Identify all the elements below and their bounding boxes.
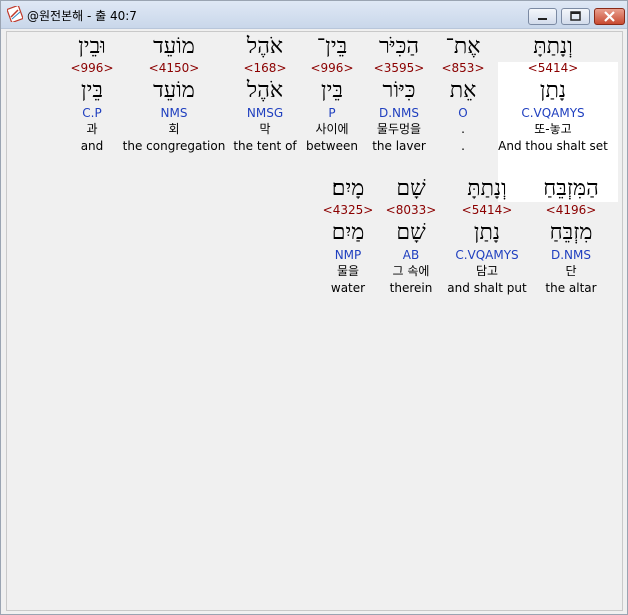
close-icon	[595, 9, 624, 24]
maximize-button[interactable]	[561, 8, 590, 25]
strong-number[interactable]: <4325>	[278, 202, 418, 218]
window-title: @원전본해 - 출 40:7	[27, 9, 137, 23]
hebrew-word: וּבֵין	[78, 34, 106, 59]
korean-gloss: 물을	[336, 264, 360, 278]
korean-gloss: 과	[86, 122, 98, 136]
hebrew-word: מָיִם׃	[331, 176, 365, 201]
lemma-word: בֵּין	[81, 78, 103, 103]
title-bar[interactable]: @원전본해 - 출 40:7	[1, 1, 627, 29]
close-button[interactable]	[594, 8, 625, 25]
word-column[interactable]: מָיִם׃ <4325> מַיִם NMP 물을 water	[278, 176, 418, 296]
lemma-word: מַיִם	[331, 220, 365, 245]
app-document-icon	[6, 4, 24, 24]
maximize-icon	[562, 9, 589, 24]
app-window: @원전본해 - 출 40:7 וְנָתַתָּ <5414> נָתַן C.VQA…	[0, 0, 628, 615]
minimize-button[interactable]	[528, 8, 557, 25]
morphology-code: C.P	[82, 106, 102, 120]
minimize-icon	[529, 9, 556, 24]
english-gloss: and	[80, 139, 104, 153]
morphology-code: NMP	[334, 248, 362, 262]
strong-number[interactable]: <996>	[22, 60, 162, 76]
word-column[interactable]: וּבֵין <996> בֵּין C.P 과 and	[22, 34, 162, 154]
english-gloss: water	[330, 281, 366, 295]
